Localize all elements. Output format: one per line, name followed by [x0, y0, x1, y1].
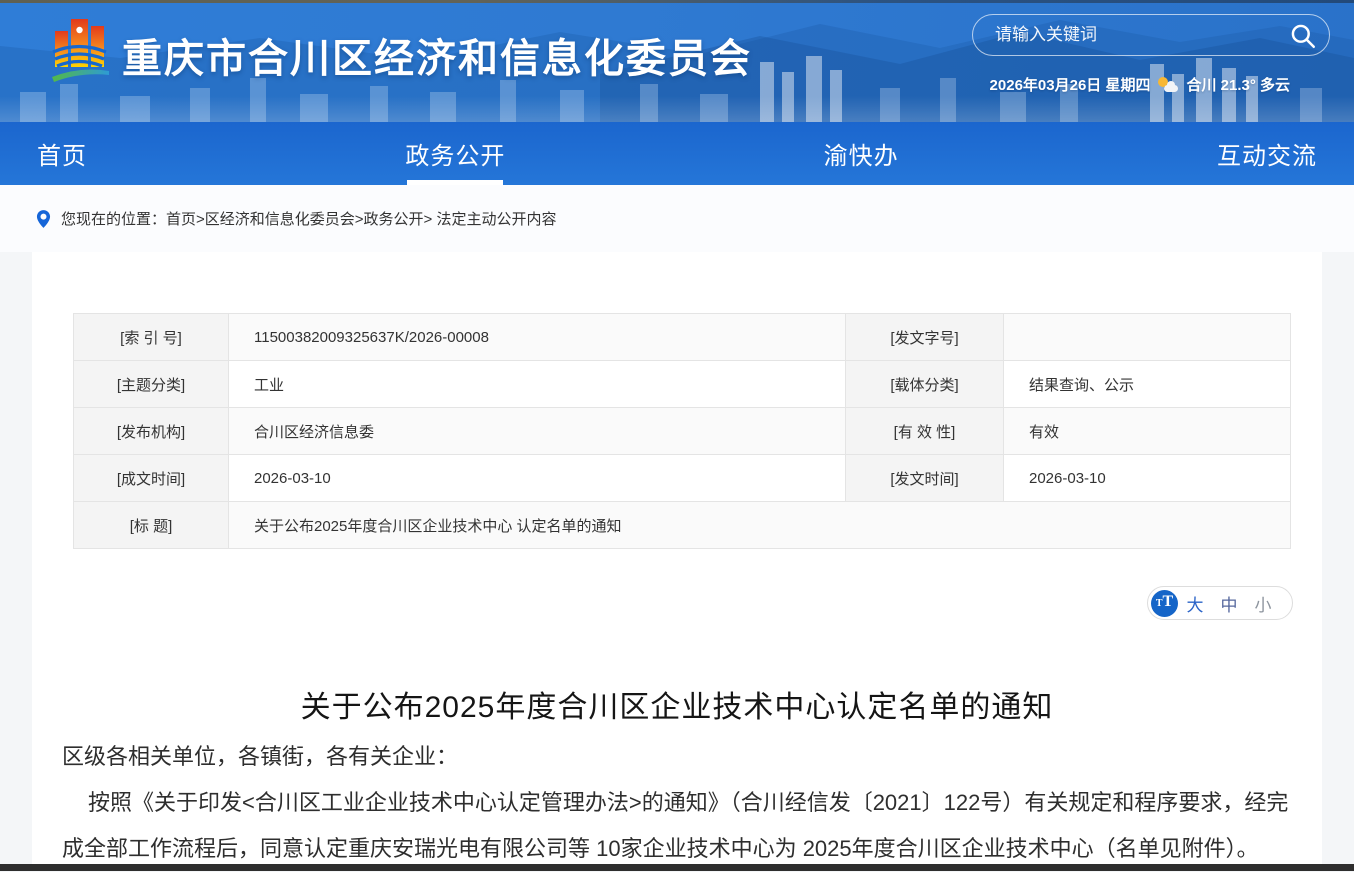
meta-label-validity: [有 效 性] [846, 408, 1004, 455]
meta-value-carrier: 结果查询、公示 [1004, 361, 1291, 408]
main-nav: 首页 政务公开 渝快办 互动交流 [0, 122, 1354, 185]
breadcrumb-path[interactable]: 您现在的位置：首页>区经济和信息化委员会>政务公开> 法定主动公开内容 [61, 208, 556, 229]
table-row: [发布机构] 合川区经济信息委 [有 效 性] 有效 [74, 408, 1291, 455]
meta-label-issuer: [发布机构] [74, 408, 229, 455]
article-body: 区级各相关单位，各镇街，各有关企业： 按照《关于印发<合川区工业企业技术中心认定… [62, 734, 1292, 872]
meta-value-title: 关于公布2025年度合川区企业技术中心 认定名单的通知 [229, 502, 1291, 549]
font-size-medium-button[interactable]: 中 [1221, 591, 1238, 616]
meta-value-doc-no [1004, 314, 1291, 361]
site-title: 重庆市合川区经济和信息化委员会 [122, 26, 752, 84]
font-size-large-button[interactable]: 大 [1187, 591, 1204, 616]
site-logo [52, 11, 110, 91]
meta-label-index-no: [索 引 号] [74, 314, 229, 361]
meta-value-issuer: 合川区经济信息委 [229, 408, 846, 455]
meta-label-written-date: [成文时间] [74, 455, 229, 502]
meta-value-topic: 工业 [229, 361, 846, 408]
meta-value-index-no: 11500382009325637K/2026-00008 [229, 314, 846, 361]
meta-label-carrier: [载体分类] [846, 361, 1004, 408]
site-header: 重庆市合川区经济和信息化委员会 2026年03月26日 星期四 合川 21.3°… [0, 0, 1354, 122]
partly-cloudy-icon [1158, 77, 1178, 92]
table-row: [成文时间] 2026-03-10 [发文时间] 2026-03-10 [74, 455, 1291, 502]
meta-label-doc-no: [发文字号] [846, 314, 1004, 361]
meta-label-topic: [主题分类] [74, 361, 229, 408]
weather-text: 合川 21.3° 多云 [1186, 74, 1290, 95]
nav-item-yukuaiban[interactable]: 渝快办 [824, 122, 899, 185]
table-row: [主题分类] 工业 [载体分类] 结果查询、公示 [74, 361, 1291, 408]
font-size-control: TT 大 中 小 [1147, 586, 1293, 620]
meta-value-issue-date: 2026-03-10 [1004, 455, 1291, 502]
date-weather-bar: 2026年03月26日 星期四 合川 21.3° 多云 [990, 74, 1290, 95]
search-button[interactable] [1289, 22, 1316, 49]
breadcrumb: 您现在的位置：首页>区经济和信息化委员会>政务公开> 法定主动公开内容 [0, 185, 1354, 252]
table-row: [索 引 号] 11500382009325637K/2026-00008 [发… [74, 314, 1291, 361]
article-title: 关于公布2025年度合川区企业技术中心认定名单的通知 [32, 682, 1322, 726]
nav-item-interaction[interactable]: 互动交流 [1217, 122, 1317, 185]
search-box [972, 14, 1330, 56]
font-size-small-button[interactable]: 小 [1255, 591, 1272, 616]
nav-item-gov-affairs[interactable]: 政务公开 [405, 122, 505, 185]
content-card: [索 引 号] 11500382009325637K/2026-00008 [发… [32, 252, 1322, 864]
article-paragraph-salutation: 区级各相关单位，各镇街，各有关企业： [62, 734, 1292, 780]
nav-item-home[interactable]: 首页 [37, 122, 87, 185]
window-top-edge [0, 0, 1354, 3]
article-paragraph-main: 按照《关于印发<合川区工业企业技术中心认定管理办法>的通知》（合川经信发〔202… [62, 780, 1292, 872]
date-text: 2026年03月26日 星期四 [990, 74, 1151, 95]
font-size-icon: TT [1151, 590, 1178, 617]
meta-value-validity: 有效 [1004, 408, 1291, 455]
window-bottom-edge [0, 864, 1354, 871]
table-row: [标 题] 关于公布2025年度合川区企业技术中心 认定名单的通知 [74, 502, 1291, 549]
search-icon [1289, 22, 1316, 49]
meta-label-issue-date: [发文时间] [846, 455, 1004, 502]
location-pin-icon [36, 209, 51, 229]
meta-value-written-date: 2026-03-10 [229, 455, 846, 502]
meta-label-title: [标 题] [74, 502, 229, 549]
search-input[interactable] [973, 15, 1329, 55]
document-meta-table: [索 引 号] 11500382009325637K/2026-00008 [发… [73, 313, 1291, 549]
